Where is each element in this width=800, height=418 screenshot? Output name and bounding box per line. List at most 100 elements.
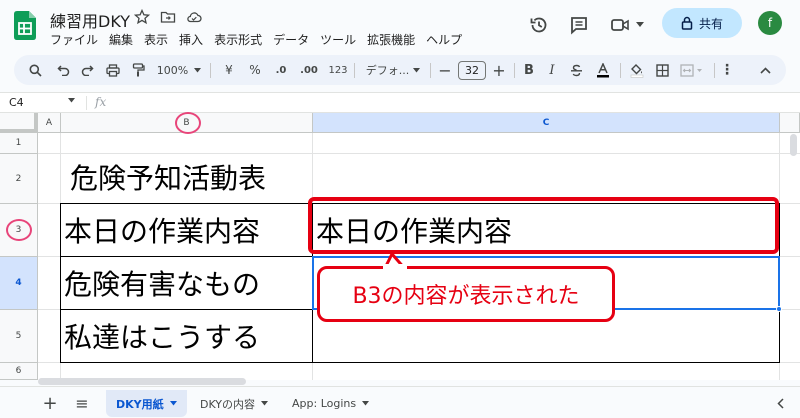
column-header-a[interactable]: A [38,113,61,133]
search-menus-icon[interactable] [24,55,46,85]
formula-bar-divider [86,96,87,110]
sheet-tab-dky[interactable]: DKY用紙 [106,390,187,417]
fill-handle[interactable] [776,306,782,312]
select-all-corner[interactable] [0,113,38,133]
toolbar-divider [620,63,621,78]
chevron-down-icon [261,401,269,406]
menu-extensions[interactable]: 拡張機能 [367,31,420,48]
zoom-select[interactable]: 100% [154,55,204,85]
menu-bar: ファイル 編集 表示 挿入 表示形式 データ ツール 拡張機能 ヘルプ [50,31,473,48]
print-icon[interactable] [102,55,124,85]
menu-tools[interactable]: ツール [320,31,361,48]
highlight-circle-row-3 [6,219,32,241]
text-color-icon[interactable] [592,55,614,85]
chevron-down-icon [413,67,421,72]
zoom-value: 100% [156,63,189,77]
font-value: デフォ... [365,64,410,77]
menu-insert[interactable]: 挿入 [179,31,208,48]
sheets-logo-icon[interactable] [14,11,36,40]
menu-format[interactable]: 表示形式 [214,31,267,48]
version-history-icon[interactable] [528,14,550,36]
menu-help[interactable]: ヘルプ [426,31,467,48]
callout-highlight-box [308,197,779,254]
row-header-2[interactable]: 2 [0,154,38,204]
callout-pointer-join [383,264,407,270]
font-select[interactable]: デフォ... [359,55,427,85]
formula-input[interactable] [112,94,792,112]
undo-icon[interactable] [52,55,74,85]
move-folder-icon[interactable] [160,9,176,25]
callout-text: B3の内容が表示された [352,284,580,309]
toolbar-divider [430,63,431,78]
row-header-4[interactable]: 4 [0,257,38,310]
share-button[interactable]: 共有 [662,8,742,38]
menu-file[interactable]: ファイル [50,31,103,48]
decrease-font-size-button[interactable]: − [436,55,454,85]
add-sheet-button[interactable]: + [40,391,60,415]
collapse-side-panel-icon[interactable] [770,393,790,413]
chevron-down-icon [194,67,202,72]
chevron-down-icon [362,401,370,406]
row-header-5[interactable]: 5 [0,310,38,363]
sheet-tab-app-logins[interactable]: App: Logins [282,390,379,417]
comments-icon[interactable] [568,14,590,36]
toolbar-divider [514,63,515,78]
percent-format-button[interactable]: % [244,55,266,85]
callout-bubble: B3の内容が表示された [317,266,615,322]
increase-decimal-button[interactable]: .00 [296,55,322,85]
cell-b4[interactable]: 危険有害なもの [64,271,260,299]
currency-format-button[interactable]: ¥ [218,55,240,85]
lock-icon [681,16,693,30]
collapse-toolbar-icon[interactable] [754,55,776,85]
formula-bar: C4 fx [0,92,800,113]
sheet-tabs-bar: + ≡ DKY用紙 DKYの内容 App: Logins [0,386,800,418]
gridline [38,153,800,154]
app-header: 練習用DKY ファイル 編集 表示 挿入 表示形式 データ ツール 拡張機能 ヘ… [0,0,800,50]
fill-color-icon[interactable] [626,55,648,85]
vertical-scrollbar[interactable] [790,134,797,156]
star-icon[interactable] [134,9,150,25]
toolbar-divider [354,63,355,78]
redo-icon[interactable] [76,55,98,85]
highlight-circle-column-b [175,112,201,134]
row-header-1[interactable]: 1 [0,133,38,154]
cell-b2[interactable]: 危険予知活動表 [70,165,266,193]
font-size-input[interactable]: 32 [458,61,486,80]
more-vert-icon[interactable]: ⋮ [718,55,736,85]
all-sheets-button[interactable]: ≡ [72,391,92,415]
chevron-down-icon [169,401,177,406]
name-box[interactable]: C4 [9,96,24,109]
chevron-down-icon[interactable] [68,98,75,103]
document-title[interactable]: 練習用DKY [50,8,130,32]
meet-video-icon[interactable] [609,14,631,36]
menu-view[interactable]: 表示 [144,31,173,48]
italic-button[interactable]: I [542,55,562,85]
column-header-c[interactable]: C [313,113,780,133]
horizontal-scrollbar[interactable] [38,378,246,385]
sheet-tab-label: DKY用紙 [116,397,164,411]
paint-format-icon[interactable] [127,55,149,85]
menu-data[interactable]: データ [273,31,314,48]
column-header-d[interactable] [780,113,800,133]
increase-font-size-button[interactable]: + [490,55,508,85]
cell-b5[interactable]: 私達はこうする [64,324,260,352]
bold-button[interactable]: B [519,55,539,85]
avatar[interactable]: f [758,11,782,35]
more-formats-button[interactable]: 123 [326,55,350,85]
borders-icon[interactable] [651,55,673,85]
decrease-decimal-button[interactable]: .0 [269,55,293,85]
formatting-toolbar: 100% ¥ % .0 .00 123 デフォ... − 32 + B I ⋮ [14,55,786,85]
merge-cells-icon[interactable] [676,55,708,85]
strikethrough-icon[interactable] [566,55,586,85]
cell-b3[interactable]: 本日の作業内容 [64,218,260,246]
toolbar-divider [210,63,211,78]
sheet-tab-label: App: Logins [292,397,357,410]
toolbar-divider [714,63,715,78]
menu-edit[interactable]: 編集 [109,31,138,48]
sheet-tab-label: DKYの内容 [200,397,256,411]
chevron-down-icon[interactable] [636,22,644,28]
row-header-6[interactable]: 6 [0,363,38,380]
share-label: 共有 [698,16,723,31]
sheet-tab-dky-content[interactable]: DKYの内容 [190,390,278,417]
cloud-status-icon[interactable] [186,9,202,25]
